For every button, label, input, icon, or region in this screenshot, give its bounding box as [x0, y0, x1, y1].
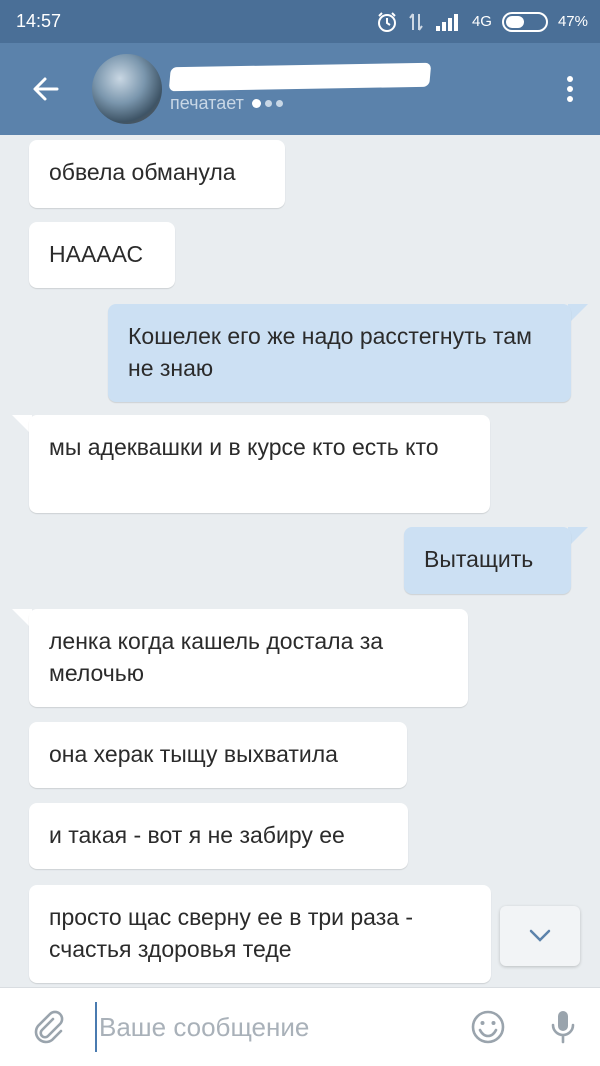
message-composer — [0, 987, 600, 1066]
message-bubble-incoming[interactable]: и такая - вот я не забиру ее — [29, 803, 408, 869]
network-type: 4G — [471, 13, 492, 30]
typing-label: печатает — [170, 92, 244, 113]
bubble-tail-out — [568, 304, 588, 324]
voice-message-button[interactable] — [525, 988, 600, 1066]
message-text: она херак тыщу выхватила — [49, 741, 338, 767]
data-transfer-icon — [408, 12, 424, 32]
message-list[interactable]: обвела обманула НААААС Кошелек его же на… — [0, 135, 600, 987]
paperclip-icon — [34, 1010, 63, 1044]
menu-button[interactable] — [540, 43, 600, 135]
message-text: просто щас сверну ее в три раза - счасть… — [49, 904, 414, 962]
message-bubble-outgoing[interactable]: Вытащить — [404, 527, 571, 594]
message-bubble-incoming[interactable]: она херак тыщу выхватила — [29, 722, 407, 788]
message-text: Вытащить — [424, 546, 534, 572]
arrow-left-icon — [33, 77, 59, 101]
status-icons: 4G 47% — [376, 11, 588, 33]
attach-button[interactable] — [0, 988, 95, 1066]
signal-icon — [434, 12, 462, 32]
chat-title[interactable]: печатает — [168, 62, 432, 114]
chevron-down-icon — [529, 929, 551, 942]
alarm-icon — [376, 11, 398, 33]
message-bubble-incoming[interactable]: ленка когда кашель достала за мелочью — [29, 609, 468, 707]
message-input[interactable] — [95, 1002, 450, 1052]
message-bubble-outgoing[interactable]: Кошелек его же надо расстегнуть там не з… — [108, 304, 571, 402]
message-bubble-incoming[interactable]: мы адеквашки и в курсе кто есть кто — [29, 415, 490, 513]
message-text: мы адеквашки и в курсе кто есть кто — [49, 434, 439, 460]
battery-icon — [501, 11, 548, 32]
back-button[interactable] — [0, 43, 92, 135]
message-text: обвела обманула — [49, 159, 236, 185]
chat-header: печатает — [0, 43, 600, 135]
redacted-name — [168, 62, 432, 91]
smiley-icon — [471, 1010, 504, 1044]
emoji-button[interactable] — [450, 988, 525, 1066]
microphone-icon — [551, 1011, 574, 1044]
message-bubble-incoming[interactable]: обвела обманула — [29, 140, 285, 208]
typing-indicator: печатает — [170, 93, 430, 114]
avatar[interactable] — [92, 54, 162, 124]
message-bubble-incoming[interactable]: НААААС — [29, 222, 175, 288]
message-text: Кошелек его же надо расстегнуть там не з… — [128, 323, 532, 381]
message-text: ленка когда кашель достала за мелочью — [49, 628, 384, 686]
battery-percent: 47% — [557, 13, 588, 30]
status-bar: 14:57 4G 47% — [0, 0, 600, 43]
status-time: 14:57 — [16, 11, 62, 31]
battery-fill — [505, 15, 524, 28]
message-bubble-incoming[interactable]: просто щас сверну ее в три раза - счасть… — [29, 885, 491, 983]
more-vertical-icon — [567, 76, 573, 102]
scroll-down-button[interactable] — [500, 906, 580, 966]
bubble-tail-out — [568, 527, 588, 547]
message-text: НААААС — [49, 241, 144, 267]
message-text: и такая - вот я не забиру ее — [49, 822, 345, 848]
typing-dots-icon — [251, 98, 283, 108]
